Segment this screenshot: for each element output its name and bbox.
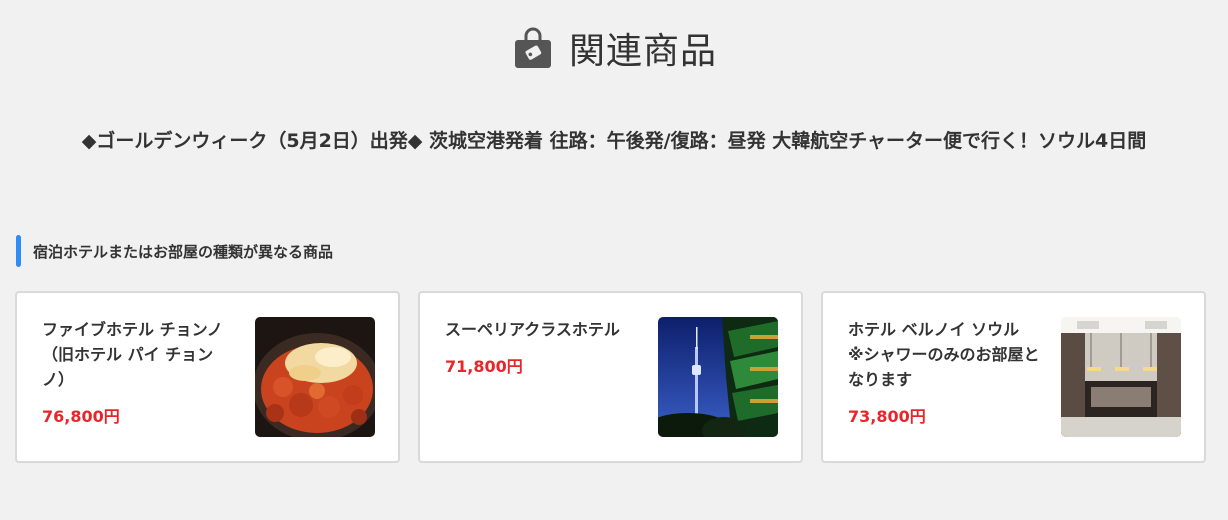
accent-bar [16, 235, 21, 267]
product-image[interactable] [1061, 317, 1181, 437]
related-products-header: 関連商品 [0, 22, 1228, 74]
namsan-tower-photo [658, 317, 778, 437]
product-price: 73,800円 [848, 407, 926, 426]
product-price: 71,800円 [445, 357, 523, 376]
page-title: 関連商品 [568, 31, 717, 72]
hotel-lobby-photo [1061, 317, 1181, 437]
product-name[interactable]: ファイブホテル チョンノ（旧ホテル パイ チョンノ） [42, 317, 234, 392]
product-price: 76,800円 [42, 407, 120, 426]
tour-title: ◆ゴールデンウィーク（5月2日）出発◆ 茨城空港発着 往路：午後発/復路：昼発 … [81, 130, 1147, 152]
product-name[interactable]: ホテル ベルノイ ソウル ※シャワーのみのお部屋となります [848, 317, 1040, 392]
product-image[interactable] [658, 317, 778, 437]
food-photo [255, 317, 375, 437]
product-card[interactable]: スーペリアクラスホテル 71,800円 [418, 291, 803, 463]
section-heading-label: 宿泊ホテルまたはお部屋の種類が異なる商品 [33, 242, 334, 261]
product-image[interactable] [255, 317, 375, 437]
product-name[interactable]: スーペリアクラスホテル [445, 317, 637, 342]
shopping-bag-icon [514, 27, 551, 68]
product-card[interactable]: ホテル ベルノイ ソウル ※シャワーのみのお部屋となります 73,800円 [821, 291, 1206, 463]
section-heading: 宿泊ホテルまたはお部屋の種類が異なる商品 [16, 235, 333, 267]
product-card[interactable]: ファイブホテル チョンノ（旧ホテル パイ チョンノ） 76,800円 [15, 291, 400, 463]
